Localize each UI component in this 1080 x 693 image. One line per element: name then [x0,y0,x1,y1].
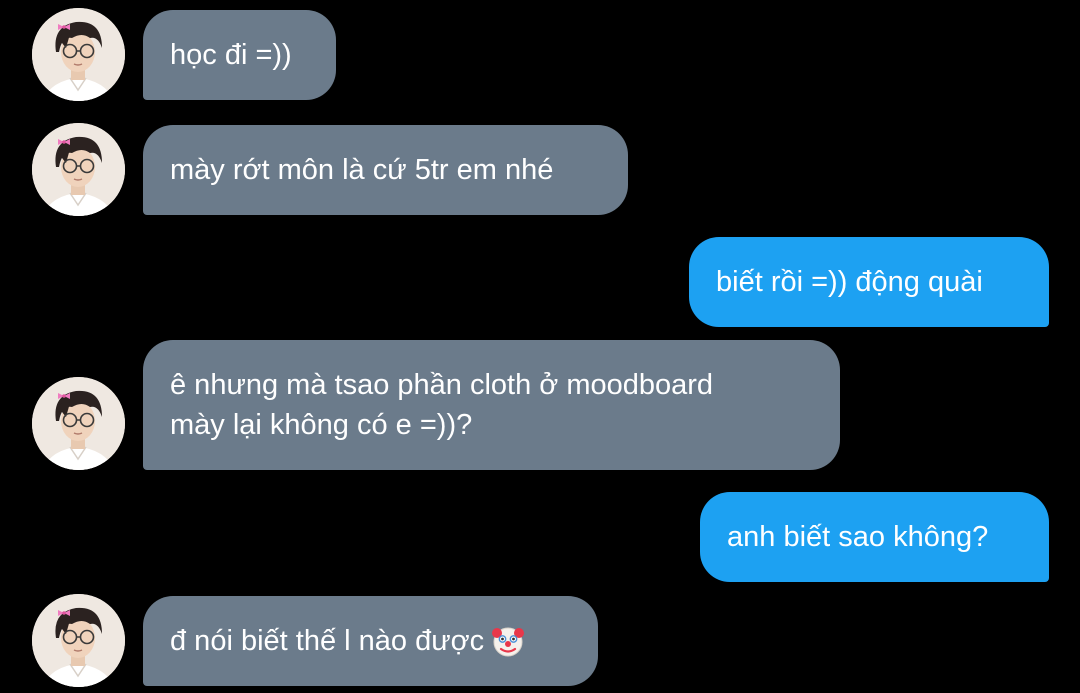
message-text: biết rồi =)) động quài [716,266,983,298]
message-text: ê nhưng mà tsao phần cloth ở moodboard m… [170,369,714,441]
avatar[interactable] [32,594,125,687]
message-text: đ nói biết thế l nào được [170,625,485,657]
message-text: anh biết sao không? [727,521,989,553]
received-message-bubble[interactable]: học đi =)) [143,10,336,100]
chat-thread: học đi =)) mày rớt môn là cứ 5tr em nhé … [0,0,1080,693]
avatar[interactable] [32,123,125,216]
received-message-bubble[interactable]: ê nhưng mà tsao phần cloth ở moodboard m… [143,340,840,470]
profile-photo [32,594,125,687]
clown-face-icon [490,623,526,659]
avatar[interactable] [32,8,125,101]
profile-photo [32,377,125,470]
received-message-bubble[interactable]: đ nói biết thế l nào được [143,596,598,686]
message-text: học đi =)) [170,39,292,71]
sent-message-bubble[interactable]: anh biết sao không? [700,492,1049,582]
profile-photo [32,8,125,101]
avatar[interactable] [32,377,125,470]
profile-photo [32,123,125,216]
received-message-bubble[interactable]: mày rớt môn là cứ 5tr em nhé [143,125,628,215]
message-text: mày rớt môn là cứ 5tr em nhé [170,154,554,186]
sent-message-bubble[interactable]: biết rồi =)) động quài [689,237,1049,327]
